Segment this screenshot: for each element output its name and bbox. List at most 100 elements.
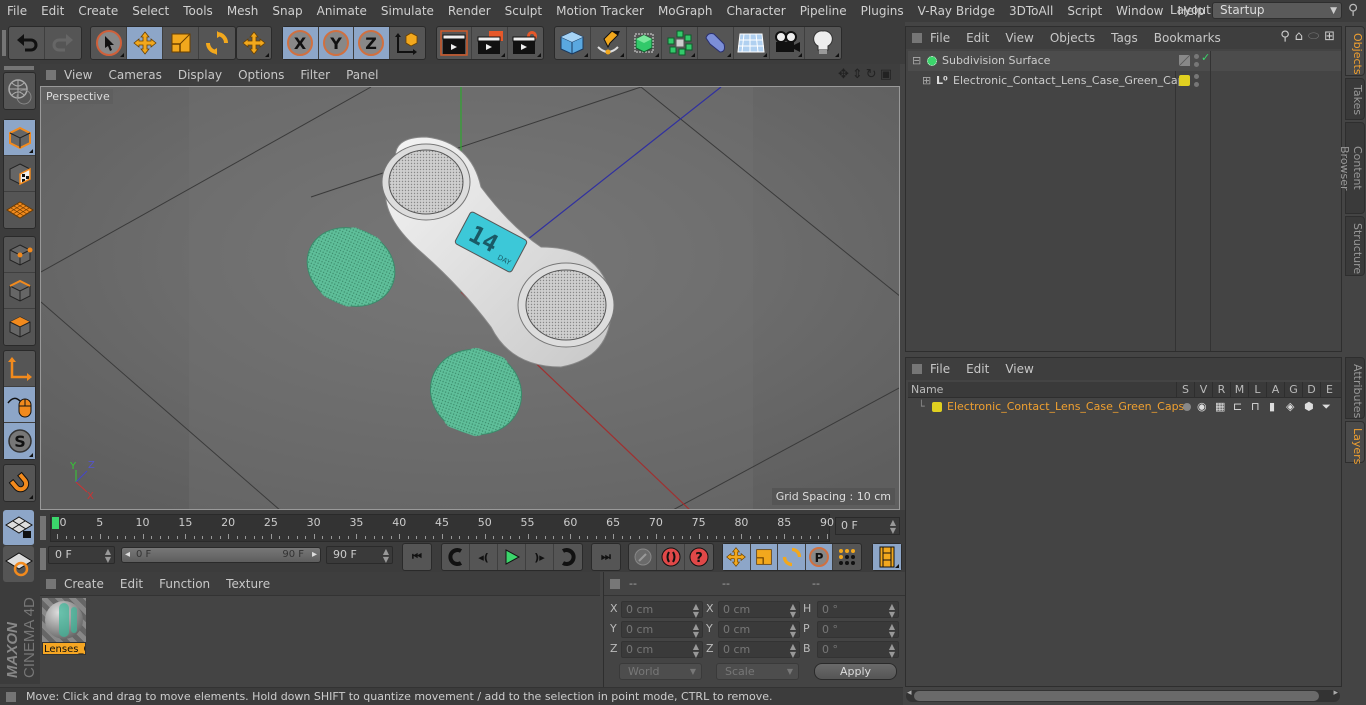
key-rotation-button[interactable] (778, 544, 806, 570)
cube-button[interactable] (555, 27, 591, 59)
playhead[interactable] (52, 517, 59, 529)
menu-create[interactable]: Create (71, 4, 125, 18)
spinner-icon[interactable]: ▲ ▼ (790, 622, 796, 639)
render-visibility-dot[interactable] (1194, 82, 1199, 87)
layer-menu-edit[interactable]: Edit (958, 362, 997, 376)
column-locked[interactable]: L (1248, 382, 1266, 398)
make-editable-button[interactable] (4, 73, 35, 109)
layer-row[interactable]: └ Electronic_Contact_Lens_Case_Green_Cap… (908, 398, 1341, 416)
key-scale-button[interactable] (750, 544, 779, 570)
locked-workplane-button[interactable] (3, 546, 34, 582)
editor-visibility-dot[interactable] (1194, 54, 1199, 59)
menu-animate[interactable]: Animate (310, 4, 374, 18)
key-pla-button[interactable] (833, 544, 861, 570)
timeline-window-button[interactable] (873, 544, 901, 570)
object-row-subdivision-surface[interactable]: ⊟ Subdivision Surface (908, 51, 1341, 71)
pan-icon[interactable]: ✥ (838, 67, 849, 82)
pos-x-field[interactable]: 0 cm ▲ ▼ (621, 601, 703, 619)
apply-button[interactable]: Apply (814, 663, 897, 680)
x-axis-lock-button[interactable]: X (283, 27, 319, 59)
status-grip[interactable] (6, 691, 16, 702)
workplane-mode-button[interactable] (4, 192, 35, 228)
menu-plugins[interactable]: Plugins (854, 4, 911, 18)
object-name[interactable]: Subdivision Surface (942, 51, 1050, 71)
enabled-check-icon[interactable]: ✓ (1201, 51, 1210, 64)
menu-file[interactable]: File (0, 4, 34, 18)
column-generators[interactable]: G (1284, 382, 1302, 398)
model-mode-button[interactable] (4, 120, 35, 156)
menu-select[interactable]: Select (125, 4, 176, 18)
render-visibility-dot[interactable] (1194, 62, 1199, 67)
material-name[interactable]: Lenses_Green (42, 642, 86, 655)
view-eye-icon[interactable]: ◉ (1197, 398, 1207, 416)
scale-tool-button[interactable] (163, 27, 199, 59)
undo-button[interactable] (9, 27, 45, 59)
menu-sculpt[interactable]: Sculpt (498, 4, 549, 18)
column-manager[interactable]: M (1230, 382, 1248, 398)
obj-menu-edit[interactable]: Edit (958, 31, 997, 45)
spinner-icon[interactable]: ▲ ▼ (889, 642, 895, 659)
axis-mode-button[interactable] (4, 351, 35, 387)
pos-z-field[interactable]: 0 cm ▲ ▼ (621, 641, 703, 659)
spinner-icon[interactable]: ▲ ▼ (693, 642, 699, 659)
expand-icon[interactable]: ⊞ (922, 71, 931, 91)
coordinates-grip[interactable] (610, 578, 620, 589)
collapse-icon[interactable]: ⊟ (912, 51, 921, 71)
subdivision-surface-button[interactable] (627, 27, 663, 59)
spinner-icon[interactable]: ▲ ▼ (383, 547, 389, 564)
material-menu-texture[interactable]: Texture (218, 577, 278, 591)
floor-button[interactable] (734, 27, 770, 59)
layer-name[interactable]: Electronic_Contact_Lens_Case_Green_Caps (947, 398, 1184, 416)
column-solo[interactable]: S (1176, 382, 1194, 398)
recent-tool-button[interactable] (237, 27, 271, 59)
transport-grip[interactable] (40, 548, 46, 570)
home-icon[interactable]: ⌂ (1295, 29, 1303, 44)
size-z-field[interactable]: 0 cm ▲ ▼ (718, 641, 800, 659)
render-clapper-icon[interactable]: ▦ (1215, 398, 1225, 416)
cloner-button[interactable] (662, 27, 698, 59)
material-swatch[interactable] (42, 598, 86, 642)
render-to-picture-viewer-button[interactable] (472, 27, 508, 59)
transform-mode-dropdown[interactable]: Scale ▼ (716, 663, 799, 680)
editor-visibility-dot[interactable] (1194, 74, 1199, 79)
workplane-button[interactable] (3, 510, 34, 546)
menu-pipeline[interactable]: Pipeline (793, 4, 854, 18)
spinner-icon[interactable]: ▲ ▼ (889, 622, 895, 639)
material-grip[interactable] (46, 578, 56, 589)
layer-color-swatch[interactable] (1179, 75, 1190, 86)
rot-p-field[interactable]: 0 ° ▲ ▼ (817, 621, 899, 639)
menu-tools[interactable]: Tools (176, 4, 220, 18)
viewport-menu-filter[interactable]: Filter (292, 68, 338, 82)
lock-open-icon[interactable]: ⊓ (1251, 398, 1260, 416)
menu-window[interactable]: Window (1109, 4, 1170, 18)
range-right-arrow-icon[interactable]: ▸ (312, 548, 317, 562)
bend-deformer-button[interactable] (698, 27, 734, 59)
play-button[interactable] (498, 544, 526, 570)
rot-b-field[interactable]: 0 ° ▲ ▼ (817, 641, 899, 659)
spinner-icon[interactable]: ▲ ▼ (105, 547, 111, 564)
size-y-field[interactable]: 0 cm ▲ ▼ (718, 621, 800, 639)
range-left-arrow-icon[interactable]: ◂ (125, 548, 130, 562)
next-keyframe-button[interactable] (554, 544, 582, 570)
spinner-icon[interactable]: ▲ ▼ (890, 518, 896, 535)
autokey-button[interactable]: ? (685, 544, 713, 570)
coordinate-system-button[interactable] (390, 27, 425, 59)
z-axis-lock-button[interactable]: Z (354, 27, 390, 59)
column-expressions[interactable]: E (1320, 382, 1338, 398)
coordinate-mode-dropdown[interactable]: World ▼ (619, 663, 702, 680)
goto-end-button[interactable]: ⏭ (592, 544, 620, 570)
polygons-mode-button[interactable] (4, 309, 35, 345)
obj-menu-objects[interactable]: Objects (1042, 31, 1103, 45)
render-view-button[interactable] (437, 27, 473, 59)
record-button[interactable] (657, 544, 685, 570)
tab-objects[interactable]: Objects (1345, 26, 1365, 76)
camera-label[interactable]: Perspective (43, 89, 113, 104)
scroll-right-icon[interactable]: ▸ (1333, 688, 1338, 698)
object-name[interactable]: Electronic_Contact_Lens_Case_Green_Caps (953, 71, 1190, 91)
menu-mograph[interactable]: MoGraph (651, 4, 720, 18)
menu-motion-tracker[interactable]: Motion Tracker (549, 4, 651, 18)
search-icon[interactable]: ⚲ (1280, 29, 1290, 44)
rot-h-field[interactable]: 0 ° ▲ ▼ (817, 601, 899, 619)
spinner-icon[interactable]: ▲ ▼ (693, 622, 699, 639)
menu-mesh[interactable]: Mesh (220, 4, 266, 18)
